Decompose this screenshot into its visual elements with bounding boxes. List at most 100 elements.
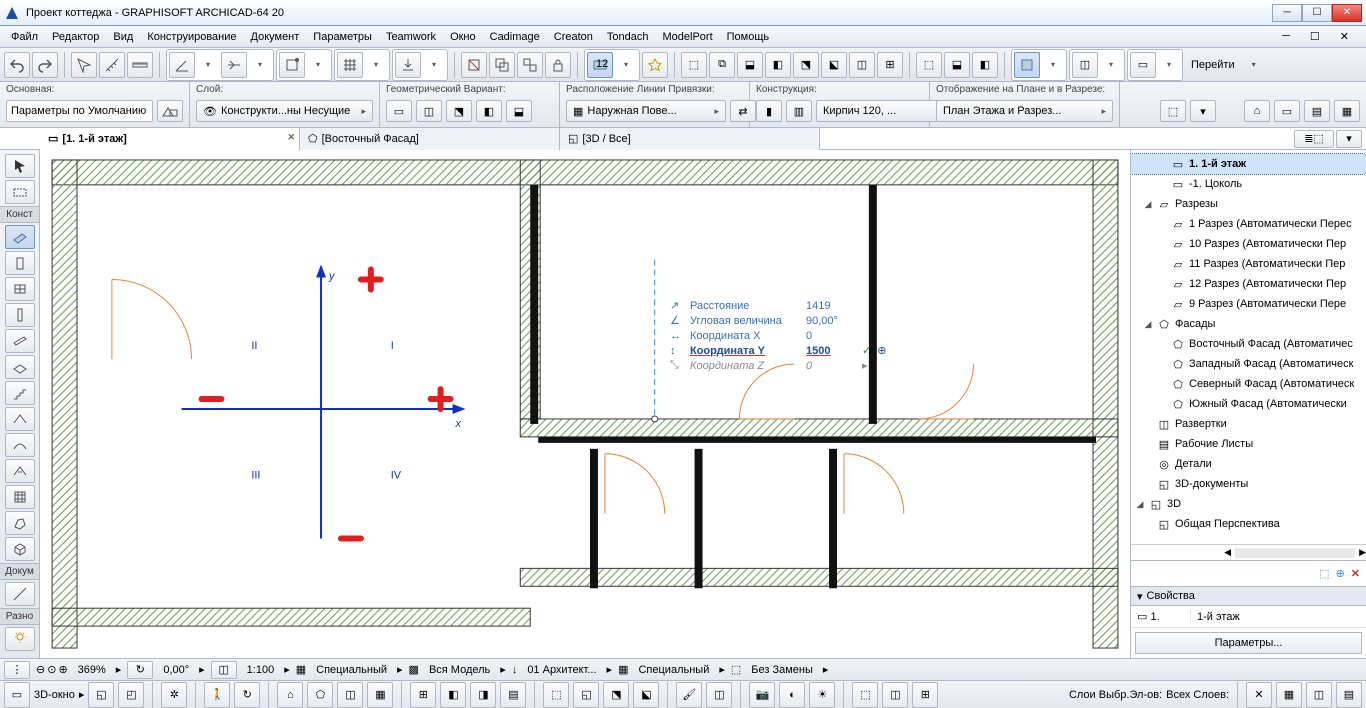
tbtn-a8[interactable]: ⊞ xyxy=(877,52,903,78)
view-opt-dropdown[interactable] xyxy=(1158,60,1180,69)
grid-snap-button[interactable] xyxy=(337,52,363,78)
tree-elev-east[interactable]: ⬠Восточный Фасад (Автоматичес xyxy=(1131,334,1366,354)
bb-3d-label[interactable]: 3D-окно xyxy=(34,689,75,701)
tool-stair[interactable] xyxy=(5,381,35,405)
bb-icon-12[interactable]: ◧ xyxy=(440,682,466,708)
guide-angle-dropdown[interactable] xyxy=(197,60,219,69)
tbtn-a5[interactable]: ⬔ xyxy=(793,52,819,78)
menu-document[interactable]: Документ xyxy=(244,31,307,43)
redo-button[interactable] xyxy=(32,52,58,78)
tree-floor-1[interactable]: ▭1. 1-й этаж xyxy=(1131,154,1366,174)
tree-sheets[interactable]: ▤Рабочие Листы xyxy=(1131,434,1366,454)
bb-icon-2[interactable]: ◱ xyxy=(88,682,114,708)
bb-icon-21[interactable]: 📷 xyxy=(749,682,775,708)
tab-3d[interactable]: ◱ [3D / Все] xyxy=(560,128,820,150)
doc-max-icon[interactable]: ☐ xyxy=(1303,30,1327,43)
suspend-button[interactable] xyxy=(461,52,487,78)
properties-button[interactable]: Параметры... xyxy=(1135,632,1362,654)
tab-close-icon[interactable]: ✕ xyxy=(287,132,295,143)
status-s2[interactable]: Вся Модель xyxy=(425,664,494,676)
nav-view-icon[interactable]: ▭ xyxy=(1274,100,1300,122)
panel-new-icon[interactable]: ⬚ xyxy=(1319,567,1329,580)
tbtn-a4[interactable]: ◧ xyxy=(765,52,791,78)
zoom-reset-icon[interactable]: ⊙ xyxy=(47,663,56,676)
opt-layer-field[interactable]: 👁Конструкти...ны Несущие xyxy=(196,100,373,122)
menu-edit[interactable]: Редактор xyxy=(45,31,106,43)
bb-icon-5[interactable]: 🚶 xyxy=(204,682,230,708)
drawing-canvas[interactable]: y x I II III IV ↗Расстояние1419 ∠Угловая… xyxy=(40,150,1130,658)
bb-icon-4[interactable]: ✲ xyxy=(161,682,187,708)
properties-header[interactable]: ▾Свойства xyxy=(1131,586,1366,606)
bb-icon-22[interactable]: ◐ xyxy=(779,682,805,708)
bb-icon-6[interactable]: ↻ xyxy=(234,682,260,708)
close-button[interactable]: ✕ xyxy=(1332,4,1362,22)
bb-end-4[interactable]: ▤ xyxy=(1336,682,1362,708)
tool-skylight[interactable] xyxy=(5,459,35,483)
tree-basement[interactable]: ▭-1. Цоколь xyxy=(1131,174,1366,194)
group-button[interactable] xyxy=(489,52,515,78)
bb-icon-13[interactable]: ◨ xyxy=(470,682,496,708)
tool-morph[interactable] xyxy=(5,511,35,535)
go-dropdown[interactable] xyxy=(1243,60,1265,69)
opt-constr-2[interactable]: ▥ xyxy=(786,100,812,122)
tree-sec-9[interactable]: ▱9 Разрез (Автоматически Пере xyxy=(1131,294,1366,314)
snap-element-button[interactable] xyxy=(279,52,305,78)
tool-curtain[interactable] xyxy=(5,485,35,509)
tree-elev-west[interactable]: ⬠Западный Фасад (Автоматическ xyxy=(1131,354,1366,374)
tab-east-elevation[interactable]: ⬠ [Восточный Фасад] xyxy=(300,128,560,150)
bb-icon-1[interactable]: ▭ xyxy=(4,682,30,708)
tracker-button[interactable]: 12 xyxy=(587,52,613,78)
opt-geom-4[interactable]: ◧ xyxy=(476,100,502,122)
bb-icon-18[interactable]: ⬕ xyxy=(633,682,659,708)
tree-sec-10[interactable]: ▱10 Разрез (Автоматически Пер xyxy=(1131,234,1366,254)
pick-button[interactable] xyxy=(71,52,97,78)
guide-angle-button[interactable] xyxy=(169,52,195,78)
ruler-button[interactable] xyxy=(127,52,153,78)
tool-line[interactable] xyxy=(5,582,35,606)
grid-snap-dropdown[interactable] xyxy=(365,60,387,69)
tool-wall[interactable] xyxy=(5,225,35,249)
snap-element-dropdown[interactable] xyxy=(307,60,329,69)
tbtn-a2[interactable]: ⧉ xyxy=(709,52,735,78)
bb-icon-11[interactable]: ⊞ xyxy=(410,682,436,708)
bb-icon-23[interactable]: ☀ xyxy=(809,682,835,708)
bb-end-1[interactable]: ✕ xyxy=(1246,682,1272,708)
tab-floor-1[interactable]: ▭ [1. 1-й этаж]✕ xyxy=(40,128,300,150)
opt-main-field[interactable]: Параметры по Умолчанию xyxy=(6,100,153,122)
bb-icon-19[interactable]: 🖌 xyxy=(676,682,702,708)
bb-icon-14[interactable]: ▤ xyxy=(500,682,526,708)
undo-button[interactable] xyxy=(4,52,30,78)
tool-lamp[interactable] xyxy=(5,627,35,651)
tbtn-a3[interactable]: ⬓ xyxy=(737,52,763,78)
tool-arrow[interactable] xyxy=(5,154,35,178)
tracker-y-input[interactable]: 1500 xyxy=(806,345,856,357)
menu-file[interactable]: Файл xyxy=(4,31,45,43)
renov-dropdown[interactable] xyxy=(1100,60,1122,69)
opt-geom-5[interactable]: ⬓ xyxy=(506,100,532,122)
rotation-value[interactable]: 0,00° xyxy=(159,664,193,676)
tbtn-b1[interactable]: ⬚ xyxy=(916,52,942,78)
status-s3[interactable]: 01 Архитект... xyxy=(523,664,600,676)
maximize-button[interactable]: ☐ xyxy=(1302,4,1332,22)
menu-teamwork[interactable]: Teamwork xyxy=(379,31,443,43)
navigator-tree[interactable]: ▭1. 1-й этаж ▭-1. Цоколь ◢▱Разрезы ▱1 Ра… xyxy=(1131,150,1366,544)
tbtn-b2[interactable]: ⬓ xyxy=(944,52,970,78)
tool-slab[interactable] xyxy=(5,355,35,379)
tab-overview-button[interactable]: ≣⬚ xyxy=(1294,130,1334,148)
panel-close-icon[interactable]: ✕ xyxy=(1351,567,1360,580)
scale-value[interactable]: 1:100 xyxy=(243,664,279,676)
tool-column[interactable] xyxy=(5,303,35,327)
status-s4[interactable]: Специальный xyxy=(634,664,713,676)
bb-icon-25[interactable]: ◫ xyxy=(882,682,908,708)
tree-sec-1[interactable]: ▱1 Разрез (Автоматически Перес xyxy=(1131,214,1366,234)
tree-unfold[interactable]: ◫Развертки xyxy=(1131,414,1366,434)
opt-nav-1[interactable]: ⬚ xyxy=(1160,100,1186,122)
tree-elev-north[interactable]: ⬠Северный Фасад (Автоматическ xyxy=(1131,374,1366,394)
menu-cadimage[interactable]: Cadimage xyxy=(483,31,547,43)
bb-icon-3[interactable]: ◰ xyxy=(118,682,144,708)
bb-icon-20[interactable]: ◫ xyxy=(706,682,732,708)
menu-help[interactable]: Помощь xyxy=(720,31,777,43)
status-opt-icon[interactable]: ⋮ xyxy=(4,661,30,679)
tool-door[interactable] xyxy=(5,251,35,275)
tree-3d[interactable]: ◢◱3D xyxy=(1131,494,1366,514)
